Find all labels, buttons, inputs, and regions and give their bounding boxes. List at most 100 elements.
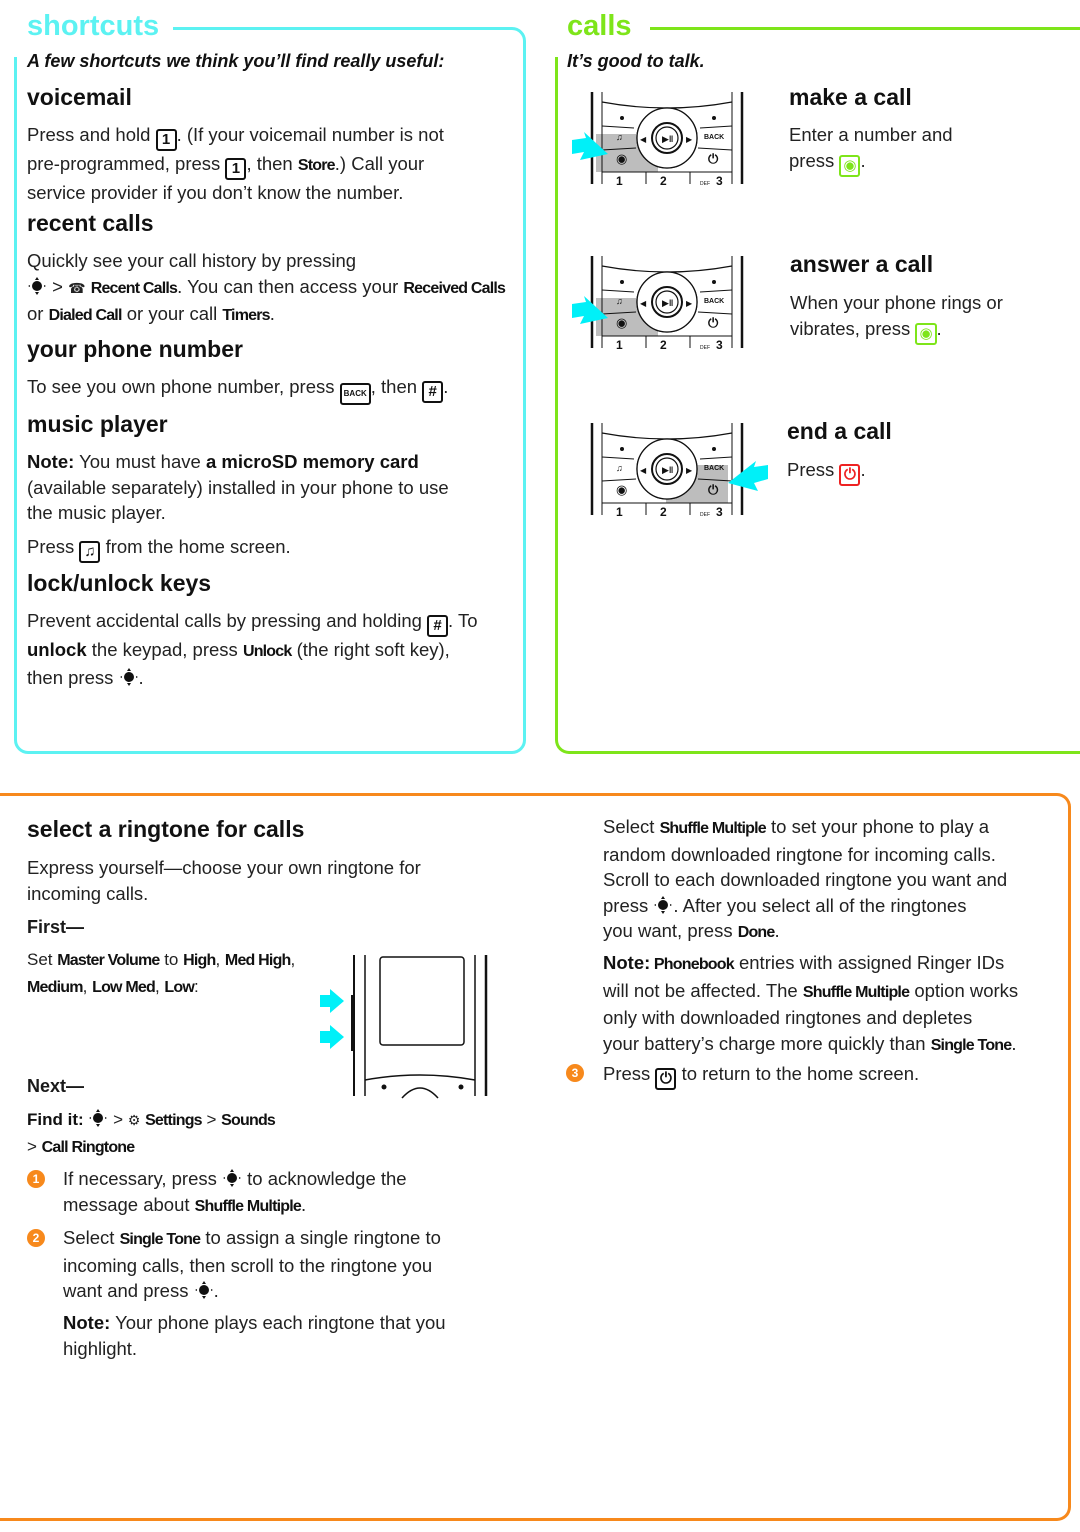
text: > [27, 1136, 42, 1156]
def-label: DEF [700, 181, 710, 187]
text: , [154, 976, 165, 996]
soft-key-dot [620, 116, 624, 120]
text: Scroll to each downloaded ringtone you w… [603, 869, 1008, 890]
menu-master-volume: Master Volume [57, 952, 160, 969]
text: . You can then access your [177, 275, 404, 297]
pointer-arrow-icon [728, 461, 768, 491]
menu-sounds: Sounds [221, 1112, 276, 1129]
nav-key-icon [222, 1168, 242, 1188]
text: Press [603, 1063, 656, 1084]
text: . [213, 1280, 219, 1301]
text: . To [448, 610, 478, 631]
text: (available separately) installed in your… [27, 476, 449, 498]
send-key-icon: ◉ [839, 154, 861, 177]
text: , [290, 950, 296, 969]
music-player-heading: music player [27, 411, 168, 437]
lock-keys-text: Prevent accidental calls by pressing and… [27, 608, 522, 690]
arrow-icon [320, 989, 344, 1013]
text: to return to the home screen. [676, 1063, 920, 1084]
step-3-text: Press ⏻ to return to the home screen. [603, 1061, 1063, 1090]
text: message about [63, 1193, 195, 1215]
ringtone-heading: select a ringtone for calls [27, 816, 305, 842]
calls-tagline: It’s good to talk. [567, 51, 705, 71]
step-3-badge: 3 [566, 1064, 584, 1082]
text: then press [27, 666, 119, 688]
ringtone-intro: Express yourself—choose your own rington… [27, 855, 497, 906]
text: > [108, 1110, 128, 1129]
text: Prevent accidental calls by pressing and… [27, 610, 428, 631]
key-1-label: 1 [616, 338, 623, 352]
back-label: BACK [704, 465, 724, 472]
text: or your call [121, 303, 223, 324]
text: unlock [27, 639, 87, 660]
text: When your phone rings or [790, 292, 1003, 313]
text: the music player. [27, 502, 166, 523]
arrow-icon [320, 1025, 344, 1049]
voicemail-heading: voicemail [27, 84, 132, 110]
menu-store: Store [297, 157, 336, 174]
send-key-icon: ◉ [616, 482, 627, 497]
text: . [860, 149, 866, 171]
text: only with downloaded ringtones and deple… [603, 1007, 973, 1028]
recent-calls-text: Quickly see your call history by pressin… [27, 248, 522, 329]
key-1-icon: 1 [225, 158, 247, 180]
text: > [201, 1110, 222, 1129]
soft-key-dot [712, 116, 716, 120]
text: highlight. [63, 1337, 138, 1359]
text: . [443, 376, 449, 397]
answer-call-heading: answer a call [790, 251, 934, 277]
text: a microSD memory card [205, 451, 419, 472]
text: Press [27, 536, 80, 557]
text: entries with assigned Ringer IDs [733, 952, 1005, 973]
text: , [215, 950, 225, 969]
text: press [789, 149, 840, 171]
text: your battery’s charge more quickly than [603, 1032, 931, 1054]
keypad-outline [601, 101, 733, 109]
text: pre-programmed, press [27, 153, 226, 174]
text: To see you own phone number, press [27, 376, 340, 397]
music-key-icon: ♫ [79, 541, 101, 563]
text: If necessary, press [63, 1168, 223, 1189]
prev-icon: ◀ [640, 135, 647, 144]
text: . (If your voicemail number is not [176, 124, 444, 145]
end-key-icon: ⏻ [708, 151, 719, 166]
text: want and press [63, 1280, 194, 1301]
key-2-label: 2 [660, 338, 667, 352]
note-label: Note: [63, 1312, 111, 1333]
voicemail-text: Press and hold 1. (If your voicemail num… [27, 122, 517, 206]
text: . [269, 303, 275, 324]
menu-medium: Medium [27, 978, 83, 996]
next-label: Next— [27, 1076, 85, 1096]
text: > [47, 275, 69, 297]
key-3-label: 3 [716, 174, 723, 188]
text: option works [909, 979, 1019, 1001]
menu-med-high: Med High [224, 952, 291, 969]
text: , then [370, 376, 423, 397]
settings-icon: ⚙ [127, 1112, 141, 1128]
nav-key-icon [88, 1108, 108, 1128]
note-label: Note: [603, 952, 651, 973]
step-2-note: Note: Your phone plays each ringtone tha… [63, 1310, 513, 1361]
step-2-text: Select Single Tone to assign a single ri… [63, 1225, 513, 1304]
play-pause-icon: ▶‖ [662, 465, 673, 475]
text: : [194, 976, 199, 996]
pound-key-icon: # [422, 381, 444, 403]
menu-unlock: Unlock [242, 643, 292, 660]
find-it-label: Find it: [27, 1110, 84, 1129]
menu-high: High [183, 952, 216, 969]
music-player-press: Press ♫ from the home screen. [27, 534, 522, 563]
text: , then [246, 153, 298, 174]
end-call-text: Press ⏻. [787, 457, 866, 486]
text: .) Call your [334, 153, 425, 174]
text: . [774, 920, 780, 941]
def-label: DEF [700, 512, 710, 518]
menu-settings: Settings [145, 1112, 203, 1129]
nav-key-icon [119, 667, 139, 687]
menu-dialed-call: Dialed Call [48, 307, 123, 324]
end-key-icon: ⏻ [708, 315, 719, 330]
text: to set your phone to play a [765, 816, 990, 837]
play-pause-icon: ▶‖ [662, 134, 673, 144]
soft-key-dot [712, 280, 716, 284]
text: Quickly see your call history by pressin… [27, 250, 357, 271]
find-it-path: Find it: > ⚙ Settings > Sounds > Call Ri… [27, 1107, 327, 1160]
